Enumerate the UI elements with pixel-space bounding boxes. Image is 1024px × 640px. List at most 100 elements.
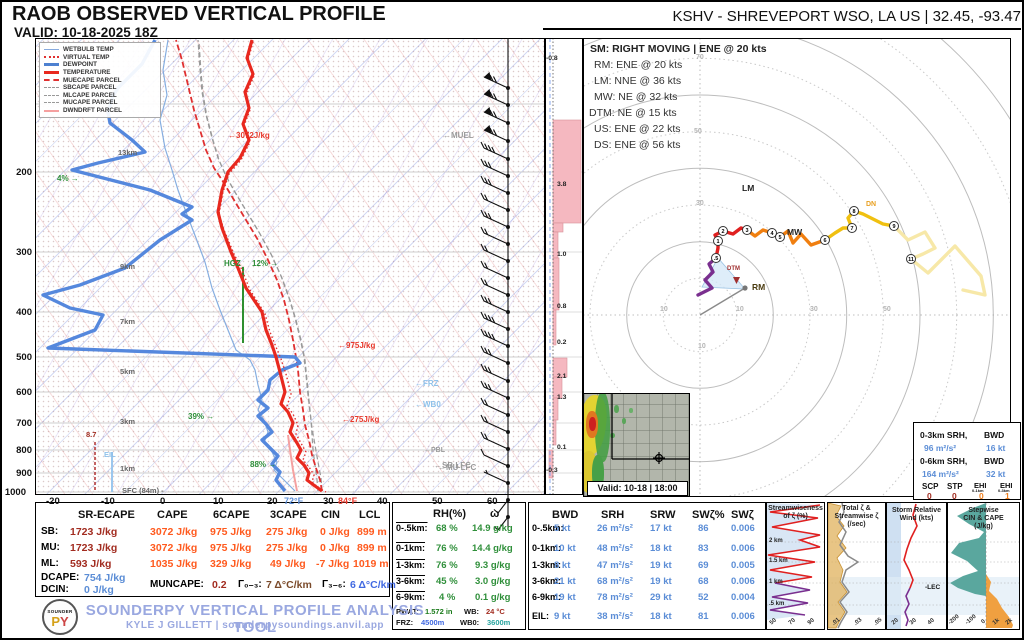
panel1-title: Streamwiseness of ζ (%) bbox=[767, 505, 824, 521]
rh-value: 76 % bbox=[436, 543, 458, 554]
height-label: 3km bbox=[120, 417, 136, 426]
row-label: MU: bbox=[41, 542, 60, 553]
wb-value: 24 °C bbox=[486, 607, 505, 616]
temp-tick: -10 bbox=[101, 496, 115, 507]
ml-3cape: 49 J/kg bbox=[270, 558, 306, 570]
srw-header: SRW bbox=[650, 509, 676, 521]
srh-value: 38 m²/s² bbox=[597, 611, 633, 622]
lapse03-value: 7 Δ°C/km bbox=[266, 579, 312, 591]
stp-value: 0 bbox=[952, 491, 957, 501]
sounderpy-logo: SOUNDER PY bbox=[42, 599, 78, 635]
bwd-value: 19 kt bbox=[554, 592, 576, 603]
swz-value: 0.006 bbox=[731, 611, 755, 622]
svg-text:11: 11 bbox=[908, 257, 914, 263]
srh-value: 26 m²/s² bbox=[597, 523, 633, 534]
legend-item: TEMPERATURE bbox=[44, 69, 156, 77]
muncape-value: 0.2 bbox=[212, 579, 227, 591]
radar-map-inset: Valid: 10-18 | 18:00 bbox=[583, 393, 690, 497]
rm-marker-label: RM bbox=[752, 282, 766, 292]
sb-3cape: 275 J/kg bbox=[266, 526, 308, 538]
lapse36-value: 6 Δ°C/km bbox=[350, 579, 396, 591]
rh-top-annotation: 4% → bbox=[57, 174, 79, 183]
panel3-title-line1: Storm Relative bbox=[891, 507, 942, 514]
swz-value: 0.004 bbox=[731, 592, 755, 603]
svg-text:9: 9 bbox=[892, 224, 895, 230]
ring-label: 10 bbox=[736, 306, 744, 313]
sb-cape: 3072 J/kg bbox=[150, 526, 198, 538]
omega-header: ω bbox=[490, 508, 500, 520]
height-label: 7km bbox=[120, 317, 136, 326]
panel4-title-line2: CIN & CAPE bbox=[963, 515, 1004, 523]
ml-6cape: 329 J/kg bbox=[210, 558, 252, 570]
dwndrft-line-sample bbox=[44, 109, 59, 112]
layer-label: 6-9km: bbox=[396, 592, 426, 602]
svg-text:5: 5 bbox=[778, 235, 781, 241]
km-label: 2 km bbox=[769, 538, 783, 544]
ml-srecape: 593 J/kg bbox=[70, 558, 112, 570]
mu-cin: 0 J/kg bbox=[320, 542, 350, 554]
panel1-title-line2: of ζ (%) bbox=[783, 513, 808, 521]
swz-value: 0.006 bbox=[731, 576, 755, 587]
srw-value: 29 kt bbox=[650, 592, 672, 603]
pressure-tick: 1000 bbox=[4, 487, 26, 498]
legend-item: DWNDRFT PARCEL bbox=[44, 107, 156, 115]
srw-value: 19 kt bbox=[650, 560, 672, 571]
rh-low-annotation: 88% → bbox=[250, 460, 277, 469]
col-header: CIN bbox=[321, 509, 340, 521]
bwd-value: 10 kt bbox=[554, 543, 576, 554]
swzp-value: 86 bbox=[698, 523, 709, 534]
ehi03-value: 1 bbox=[1005, 491, 1010, 501]
ring-label: 70 bbox=[696, 54, 704, 61]
km-label: 1.5 km bbox=[769, 558, 788, 564]
wb-label: WB: bbox=[464, 607, 479, 616]
swzp-value: 68 bbox=[698, 576, 709, 587]
aux-value: 3.8 bbox=[557, 181, 567, 188]
svg-text:.5: .5 bbox=[714, 256, 719, 262]
layer-label: 0-1km: bbox=[396, 543, 426, 553]
rh-value: 45 % bbox=[436, 576, 458, 587]
mu-cape: 3072 J/kg bbox=[150, 542, 198, 554]
sb-6cape: 975 J/kg bbox=[210, 526, 252, 538]
swz-value: 0.006 bbox=[731, 523, 755, 534]
dcin-value: 0 J/kg bbox=[84, 584, 114, 596]
sbcape-line-sample bbox=[44, 87, 59, 89]
swzp-value: 69 bbox=[698, 560, 709, 571]
lm-marker-label: LM bbox=[742, 183, 755, 193]
mu-6cape: 975 J/kg bbox=[210, 542, 252, 554]
swzp-value: 52 bbox=[698, 592, 709, 603]
aux-value: 2.1 bbox=[557, 373, 567, 380]
ring-label: 50 bbox=[883, 306, 891, 313]
svg-text:7: 7 bbox=[850, 226, 853, 232]
dtm-motion: DTM: NE @ 15 kts bbox=[589, 107, 677, 119]
swzp-value: 83 bbox=[698, 543, 709, 554]
cape-annotation: ←3072J/kg bbox=[228, 131, 270, 140]
srh03-label: 0-3km SRH, bbox=[920, 430, 968, 440]
height-label: 13km bbox=[118, 148, 138, 157]
srh-header: SRH bbox=[601, 509, 625, 521]
pressure-tick: 900 bbox=[16, 468, 32, 479]
legend-item: MUECAPE PARCEL bbox=[44, 76, 156, 84]
muecape-line-sample bbox=[44, 79, 59, 82]
swzp-value: 81 bbox=[698, 611, 709, 622]
rh-mid-annotation: 39% → bbox=[188, 412, 215, 421]
mu-lfc-annotation: ←MU LFC bbox=[438, 463, 477, 472]
lec-label: -LEC bbox=[925, 584, 941, 591]
legend-item: VIRTUAL TEMP bbox=[44, 54, 156, 62]
aux-profile-bars bbox=[546, 39, 582, 494]
brand-credit[interactable]: KYLE J GILLETT | sounderpysoundings.anvi… bbox=[85, 620, 425, 631]
temp-tick: -20 bbox=[46, 496, 60, 507]
eil-annotation: EIL bbox=[104, 450, 116, 459]
layer-label: 3-6km: bbox=[396, 576, 426, 586]
mucape-line-sample bbox=[44, 102, 59, 104]
bwd06-label: BWD bbox=[984, 456, 1005, 466]
rh-header: RH(%) bbox=[433, 508, 466, 520]
ehi01-value: 0 bbox=[979, 491, 984, 501]
temp-tick: 30 bbox=[323, 496, 334, 507]
lm-motion: LM: NNE @ 36 kts bbox=[594, 75, 682, 87]
skewt-legend: WETBULB TEMP VIRTUAL TEMP DEWPOINT TEMPE… bbox=[39, 42, 161, 119]
wb0-value: 3600m bbox=[487, 618, 511, 627]
aux-value: 0.8 bbox=[557, 303, 567, 310]
srh06-label: 0-6km SRH, bbox=[920, 456, 968, 466]
aux-value: 0.1 bbox=[557, 444, 567, 451]
col-header: CAPE bbox=[157, 509, 188, 521]
